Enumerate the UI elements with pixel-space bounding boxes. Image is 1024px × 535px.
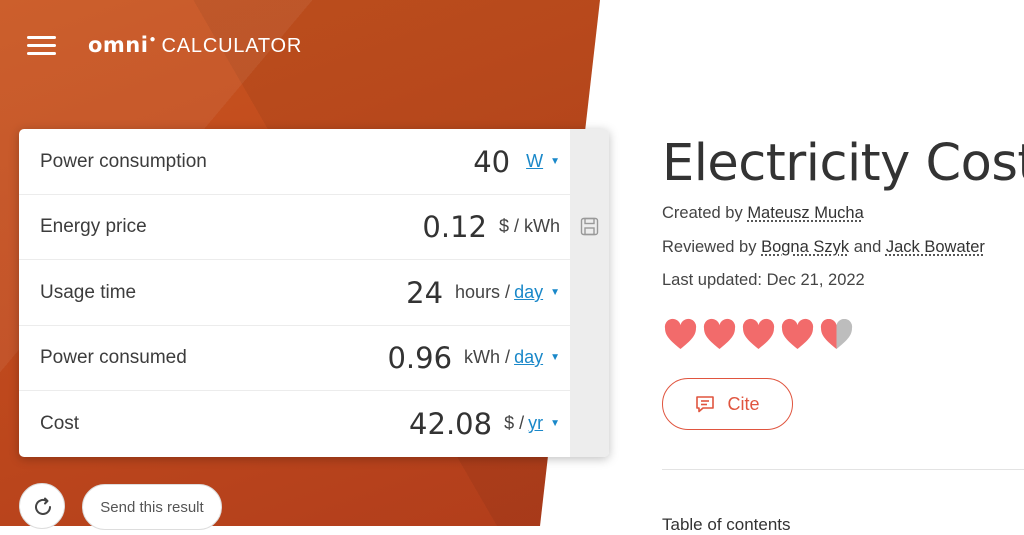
energy-price-input[interactable]: 0.12 — [422, 210, 487, 244]
reviewer-link[interactable]: Jack Bowater — [886, 238, 985, 256]
cite-button[interactable]: Cite — [662, 378, 793, 430]
comment-icon — [696, 396, 715, 413]
cite-label: Cite — [727, 393, 760, 414]
row-cost: Cost 42.08 $ / yr ▼ — [19, 391, 570, 456]
unit-select-day[interactable]: day — [514, 282, 543, 303]
heart-icon[interactable] — [664, 318, 697, 351]
chevron-down-icon[interactable]: ▼ — [550, 287, 560, 298]
row-label: Power consumption — [40, 151, 207, 172]
reviewed-by: Reviewed by Bogna Szyk and Jack Bowater — [662, 238, 985, 257]
refresh-icon — [35, 497, 51, 515]
chevron-down-icon[interactable]: ▼ — [550, 418, 560, 429]
row-energy-price: Energy price 0.12 $ / kWh — [19, 194, 570, 260]
calculator-side-strip — [570, 129, 609, 457]
omni-logo[interactable]: omni ● CALCULATOR — [88, 33, 302, 58]
created-prefix: Created by — [662, 204, 743, 222]
divider — [662, 469, 1024, 470]
row-power-consumed: Power consumed 0.96 kWh / day ▼ — [19, 325, 570, 391]
send-result-button[interactable]: Send this result — [82, 484, 222, 530]
row-label: Power consumed — [40, 347, 187, 368]
unit-select-day[interactable]: day — [514, 347, 543, 368]
logo-omni-text: omni — [88, 33, 149, 57]
row-label: Usage time — [40, 282, 137, 303]
table-of-contents-heading: Table of contents — [662, 515, 791, 534]
page-title: Electricity Cost — [662, 134, 1024, 193]
reload-button[interactable] — [19, 483, 65, 529]
unit-select-w[interactable]: W — [526, 151, 543, 172]
last-updated: Last updated: Dec 21, 2022 — [662, 271, 865, 289]
save-icon[interactable] — [580, 217, 599, 236]
heart-icon[interactable] — [703, 318, 736, 351]
unit-select-yr[interactable]: yr — [528, 413, 543, 434]
rating-hearts — [664, 318, 859, 351]
unit-text: $ / kWh — [498, 216, 560, 236]
unit-text: kWh / — [464, 347, 511, 367]
reviewed-prefix: Reviewed by — [662, 238, 757, 256]
calculator-rows: Power consumption 40 W ▼ Energy price 0.… — [19, 129, 570, 457]
row-label: Energy price — [40, 216, 147, 237]
logo-calculator-text: CALCULATOR — [161, 35, 303, 57]
power-consumed-input[interactable]: 0.96 — [387, 341, 452, 375]
and-text: and — [853, 238, 882, 256]
unit-text: hours / — [455, 282, 511, 302]
row-usage-time: Usage time 24 hours / day ▼ — [19, 260, 570, 326]
author-link[interactable]: Mateusz Mucha — [747, 204, 863, 222]
heart-icon[interactable] — [742, 318, 775, 351]
row-power-consumption: Power consumption 40 W ▼ — [19, 129, 570, 195]
calculator-card: Power consumption 40 W ▼ Energy price 0.… — [19, 129, 609, 457]
cost-input[interactable]: 42.08 — [409, 407, 492, 441]
menu-icon[interactable] — [27, 36, 56, 56]
chevron-down-icon[interactable]: ▼ — [550, 352, 560, 363]
row-label: Cost — [40, 413, 80, 434]
power-consumption-input[interactable]: 40 — [473, 145, 510, 179]
unit-text: $ / — [504, 413, 525, 433]
chevron-down-icon[interactable]: ▼ — [550, 156, 560, 167]
reviewer-link[interactable]: Bogna Szyk — [761, 238, 849, 256]
logo-dot-icon: ● — [149, 34, 156, 45]
half-heart-icon[interactable] — [820, 318, 853, 351]
heart-icon[interactable] — [781, 318, 814, 351]
created-by: Created by Mateusz Mucha — [662, 204, 864, 223]
usage-time-input[interactable]: 24 — [406, 276, 443, 310]
